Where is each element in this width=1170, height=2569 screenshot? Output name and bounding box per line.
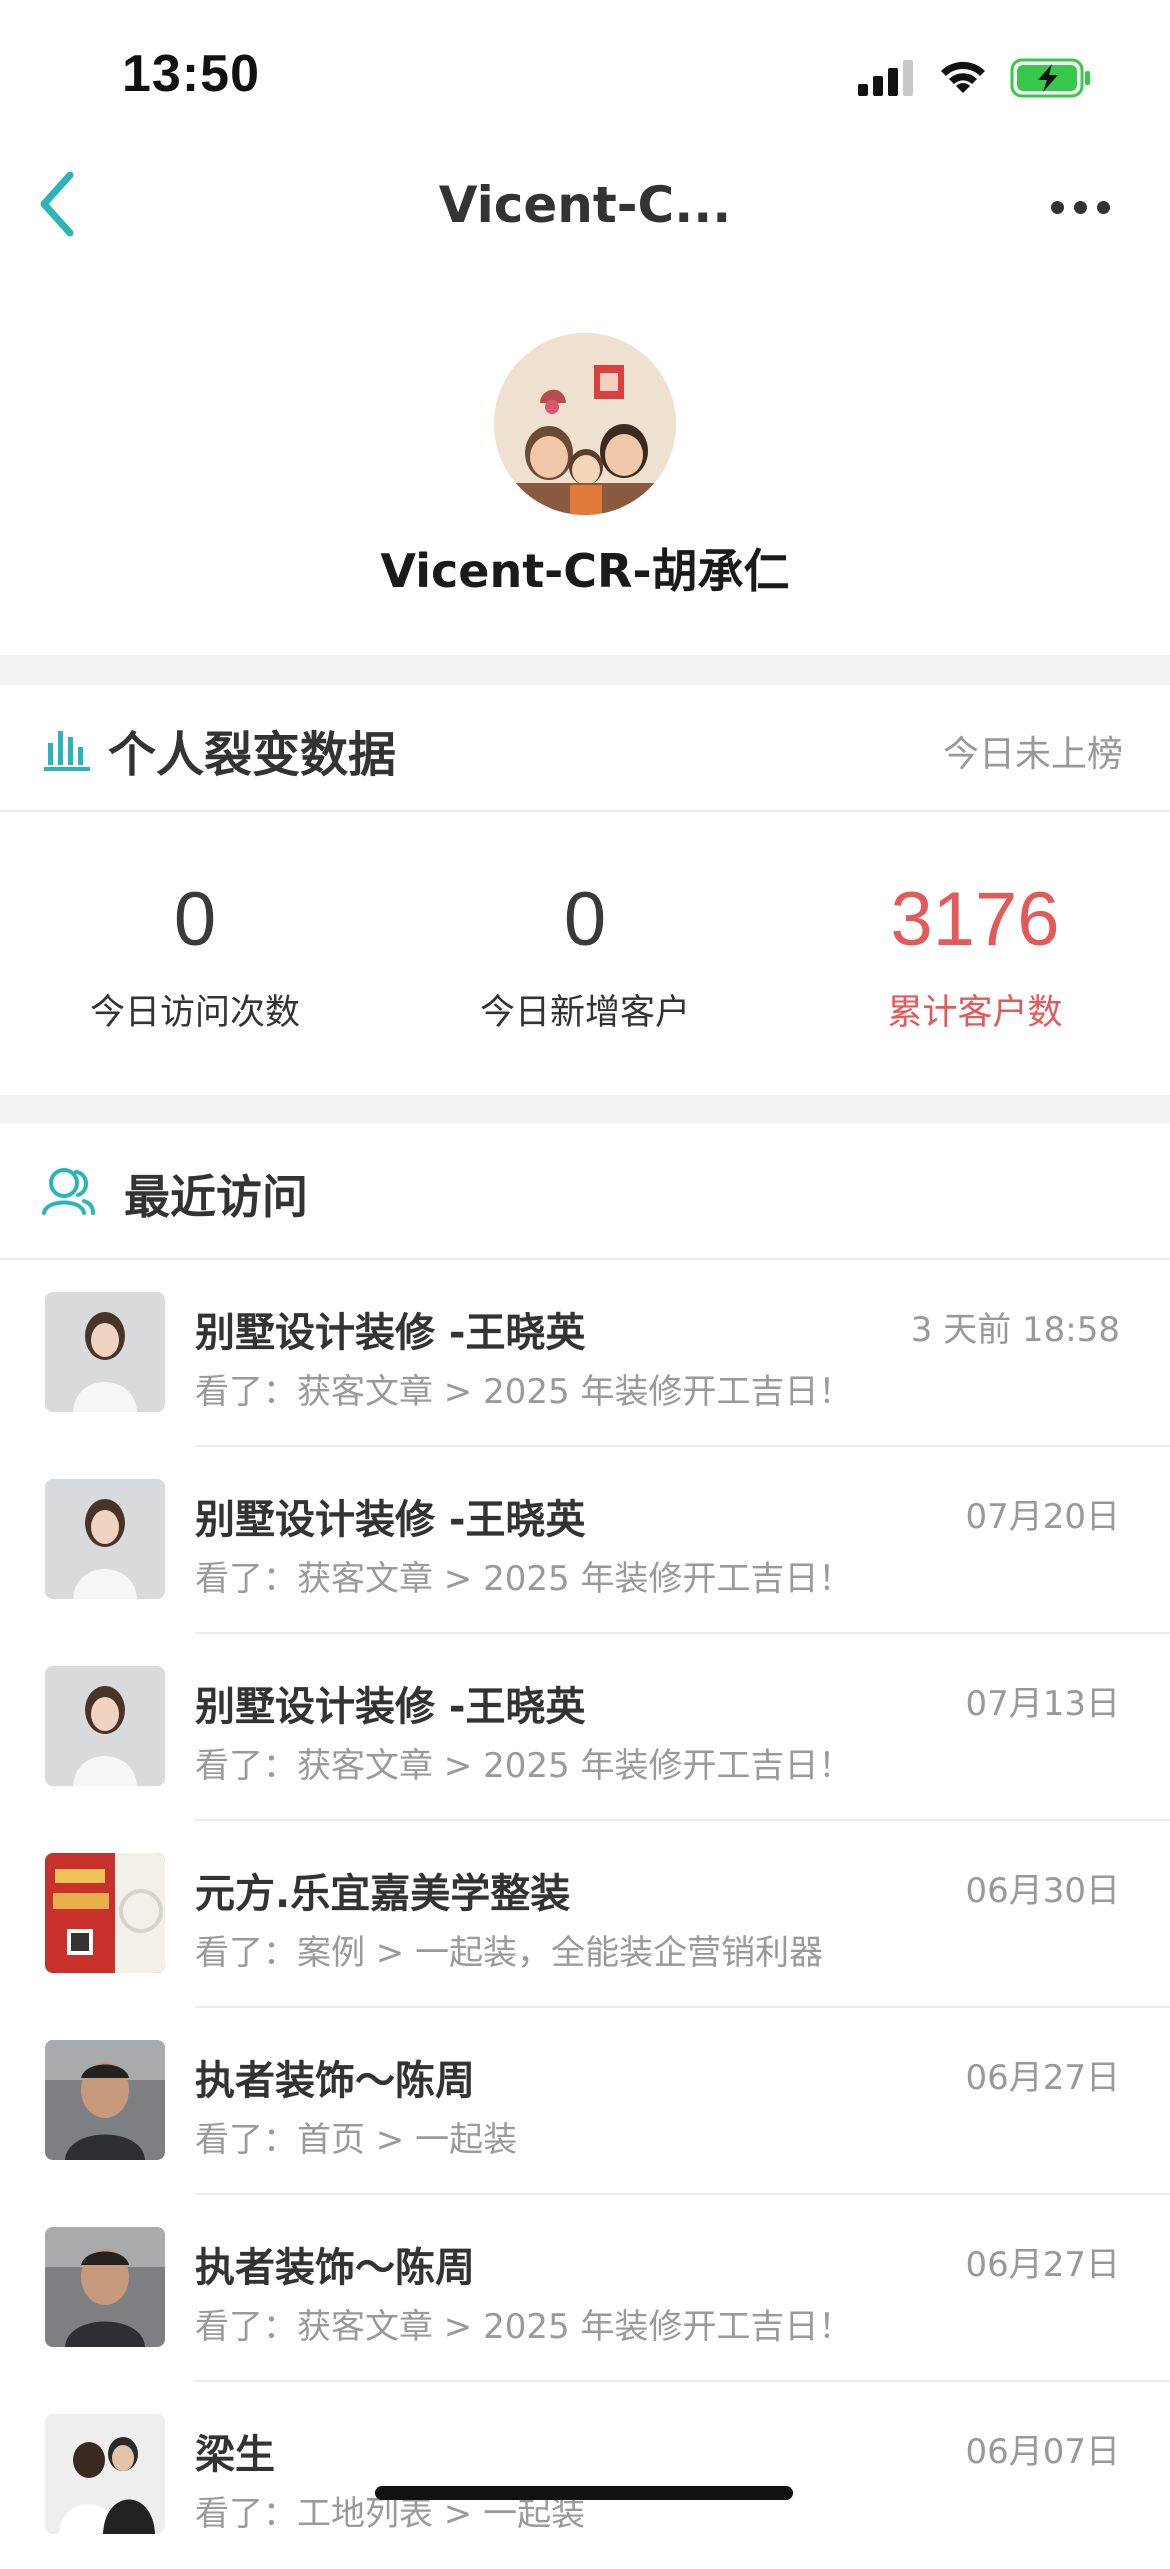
list-item[interactable]: 别墅设计装修 -王晓英 3 天前 18:58 看了：获客文章 > 2025 年装…	[0, 1260, 1170, 1447]
section-divider	[0, 1095, 1170, 1123]
status-time: 13:50	[122, 45, 260, 103]
stat-label: 今日访问次数	[89, 993, 300, 1033]
chevron-left-icon	[40, 171, 74, 237]
profile-header: Vicent-CR-胡承仁	[0, 265, 1170, 655]
family-cartoon-image	[494, 333, 676, 515]
navigation-bar: Vicent-C...	[0, 150, 1170, 265]
list-item[interactable]: 别墅设计装修 -王晓英 07月20日 看了：获客文章 > 2025 年装修开工吉…	[0, 1447, 1170, 1634]
visit-action: 看了：首页 > 一起装	[195, 2120, 518, 2160]
stat-value: 0	[563, 877, 607, 962]
visit-time: 3 天前 18:58	[910, 1310, 1120, 1350]
visit-action: 看了：获客文章 > 2025 年装修开工吉日！	[195, 1372, 853, 1412]
visit-time: 07月20日	[965, 1497, 1120, 1537]
stat-value: 3176	[890, 877, 1060, 962]
stats-card: 个人裂变数据 今日未上榜 0 今日访问次数 0 今日新增客户 3176 累计客户…	[0, 685, 1170, 1095]
wifi-icon	[941, 61, 985, 93]
recent-visits-section: 最近访问 别墅设计装修 -王晓英 3 天前 18:58 看了：获客文章 > 20…	[0, 1123, 1170, 2534]
man-portrait-image	[45, 2227, 165, 2347]
visit-time: 06月30日	[965, 1871, 1120, 1911]
visitor-name: 执者装饰～陈周	[195, 2058, 475, 2104]
visitor-avatar	[45, 1853, 165, 1973]
red-poster-image	[45, 1853, 165, 1973]
visit-action: 看了：案例 > 一起装，全能装企营销利器	[195, 1933, 824, 1973]
cellular-signal-icon	[858, 59, 913, 96]
recent-visits-title: 最近访问	[124, 1170, 308, 1224]
more-options-button[interactable]	[1040, 172, 1120, 242]
visitor-name: 别墅设计装修 -王晓英	[195, 1497, 586, 1543]
list-item[interactable]: 执者装饰～陈周 06月27日 看了：首页 > 一起装	[0, 2008, 1170, 2195]
stat-today-visits[interactable]: 0 今日访问次数	[0, 875, 390, 1037]
stat-today-new-customers[interactable]: 0 今日新增客户	[390, 875, 780, 1037]
stat-label: 累计客户数	[887, 993, 1063, 1033]
stats-title: 个人裂变数据	[108, 727, 397, 783]
visitor-name: 梁生	[195, 2432, 275, 2478]
visit-time: 06月27日	[965, 2058, 1120, 2098]
visit-action: 看了：获客文章 > 2025 年装修开工吉日！	[195, 2307, 853, 2347]
profile-avatar[interactable]	[494, 333, 676, 515]
visitor-avatar	[45, 1666, 165, 1786]
list-item[interactable]: 元方.乐宜嘉美学整装 06月30日 看了：案例 > 一起装，全能装企营销利器	[0, 1821, 1170, 2008]
visitor-avatar	[45, 2040, 165, 2160]
visitor-avatar	[45, 2227, 165, 2347]
battery-charging-icon	[1010, 58, 1090, 97]
visit-time: 06月27日	[965, 2245, 1120, 2285]
stat-value: 0	[173, 877, 217, 962]
visitor-avatar	[45, 1292, 165, 1412]
list-item[interactable]: 梁生 06月07日 看了：工地列表 > 一起装	[0, 2382, 1170, 2569]
woman-portrait-image	[45, 1666, 165, 1786]
status-icons	[858, 55, 1092, 100]
page-title: Vicent-C...	[438, 176, 732, 234]
back-button[interactable]	[18, 164, 98, 244]
woman-portrait-image	[45, 1292, 165, 1412]
home-indicator[interactable]	[375, 2486, 793, 2500]
ellipsis-icon	[1050, 200, 1064, 214]
visitor-name: 元方.乐宜嘉美学整装	[195, 1871, 571, 1917]
visitor-avatar	[45, 2414, 165, 2534]
list-item[interactable]: 执者装饰～陈周 06月27日 看了：获客文章 > 2025 年装修开工吉日！	[0, 2195, 1170, 2382]
stat-total-customers[interactable]: 3176 累计客户数	[780, 875, 1170, 1037]
visit-list: 别墅设计装修 -王晓英 3 天前 18:58 看了：获客文章 > 2025 年装…	[0, 1260, 1170, 2569]
list-item[interactable]: 别墅设计装修 -王晓英 07月13日 看了：获客文章 > 2025 年装修开工吉…	[0, 1634, 1170, 1821]
bar-chart-icon	[44, 731, 90, 771]
visitors-icon	[42, 1168, 95, 1215]
visit-action: 看了：获客文章 > 2025 年装修开工吉日！	[195, 1559, 853, 1599]
woman-portrait-image	[45, 1479, 165, 1599]
visitor-avatar	[45, 1479, 165, 1599]
status-bar: 13:50	[0, 0, 1170, 150]
couple-photo-image	[45, 2414, 165, 2534]
recent-visits-header: 最近访问	[0, 1123, 1170, 1260]
visitor-name: 执者装饰～陈周	[195, 2245, 475, 2291]
stats-header: 个人裂变数据 今日未上榜	[0, 685, 1170, 812]
rank-status: 今日未上榜	[942, 734, 1123, 775]
visitor-name: 别墅设计装修 -王晓英	[195, 1310, 586, 1356]
section-divider	[0, 655, 1170, 685]
visitor-name: 别墅设计装修 -王晓英	[195, 1684, 586, 1730]
visit-time: 06月07日	[965, 2432, 1120, 2472]
visit-action: 看了：获客文章 > 2025 年装修开工吉日！	[195, 1746, 853, 1786]
man-portrait-image	[45, 2040, 165, 2160]
profile-name: Vicent-CR-胡承仁	[380, 544, 790, 598]
visit-time: 07月13日	[965, 1684, 1120, 1724]
stat-label: 今日新增客户	[479, 993, 690, 1033]
